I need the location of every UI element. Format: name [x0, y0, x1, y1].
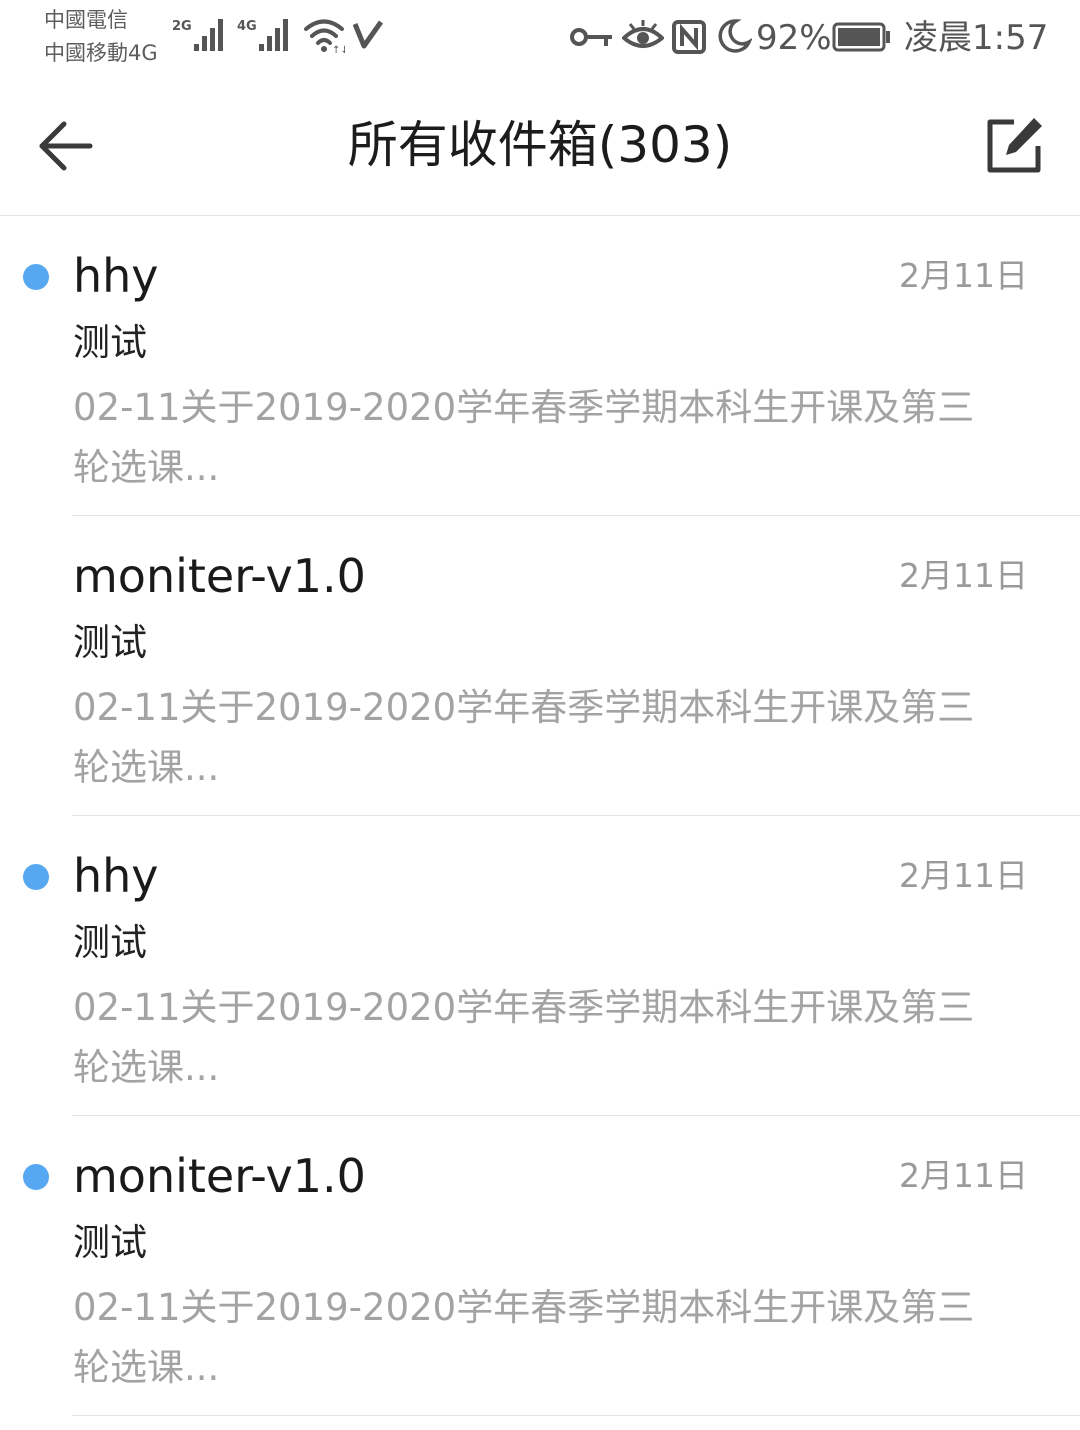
sim1-network-label: 2G	[172, 19, 192, 34]
mail-date: 2月11日	[899, 856, 1028, 895]
clock: 凌晨1:57	[904, 18, 1049, 58]
wifi-icon: ↑↓	[304, 19, 345, 54]
mail-sender: hhy	[73, 849, 159, 903]
screen: 中國電信 中國移動4G 2G 4G ↑↓ 92% 凌晨1:57 所有收件箱(30…	[0, 0, 1080, 1430]
mail-subject: 测试	[73, 1221, 147, 1264]
edit-icon	[987, 118, 1042, 173]
unread-indicator	[23, 864, 49, 890]
mail-list-item[interactable]: moniter-v1.0 2月11日 测试 02-11关于2019-2020学年…	[0, 516, 1080, 816]
signal-4g-icon: 4G	[237, 19, 288, 51]
mail-date: 2月11日	[899, 256, 1028, 295]
mail-list-item[interactable]: hhy 2月11日 测试 02-11关于2019-2020学年春季学期本科生开课…	[0, 816, 1080, 1116]
mail-sender: moniter-v1.0	[73, 549, 366, 603]
toolbar: 所有收件箱(303)	[0, 80, 1080, 216]
mail-list-item[interactable]: hhy 2月11日 测试 02-11关于2019-2020学年春季学期本科生开课…	[0, 216, 1080, 516]
nfc-icon	[672, 20, 706, 54]
mail-list-item[interactable]: moniter-v1.0 2月11日 测试 02-11关于2019-2020学年…	[0, 1116, 1080, 1416]
battery-percent: 92%	[756, 18, 832, 58]
unread-indicator	[23, 264, 49, 290]
unread-indicator	[23, 1164, 49, 1190]
mail-subject: 测试	[73, 921, 147, 964]
mail-date: 2月11日	[899, 1156, 1028, 1195]
mail-preview: 02-11关于2019-2020学年春季学期本科生开课及第三轮选课...	[73, 386, 975, 489]
status-bar: 中國電信 中國移動4G 2G 4G ↑↓ 92% 凌晨1:57	[0, 0, 1080, 80]
mail-preview: 02-11关于2019-2020学年春季学期本科生开课及第三轮选课...	[73, 986, 975, 1089]
mail-preview: 02-11关于2019-2020学年春季学期本科生开课及第三轮选课...	[73, 1286, 975, 1389]
moon-icon	[718, 19, 752, 53]
mail-subject: 测试	[73, 321, 147, 364]
svg-text:↑↓: ↑↓	[332, 45, 345, 54]
carrier-2-label: 中國移動4G	[44, 41, 158, 65]
mail-date: 2月11日	[899, 556, 1028, 595]
battery-icon	[832, 22, 890, 52]
mail-sender: hhy	[73, 249, 159, 303]
mail-sender: moniter-v1.0	[73, 1149, 366, 1203]
key-icon	[570, 28, 612, 46]
eye-icon	[622, 20, 664, 48]
mail-list: hhy 2月11日 测试 02-11关于2019-2020学年春季学期本科生开课…	[0, 216, 1080, 1416]
mail-subject: 测试	[73, 621, 147, 664]
mail-preview: 02-11关于2019-2020学年春季学期本科生开课及第三轮选课...	[73, 686, 975, 789]
vpn-icon	[353, 20, 383, 49]
carrier-1-label: 中國電信	[44, 8, 128, 32]
compose-button[interactable]	[978, 110, 1050, 182]
signal-2g-icon: 2G	[172, 19, 223, 51]
page-title: 所有收件箱(303)	[347, 116, 733, 174]
sim2-network-label: 4G	[237, 19, 257, 34]
